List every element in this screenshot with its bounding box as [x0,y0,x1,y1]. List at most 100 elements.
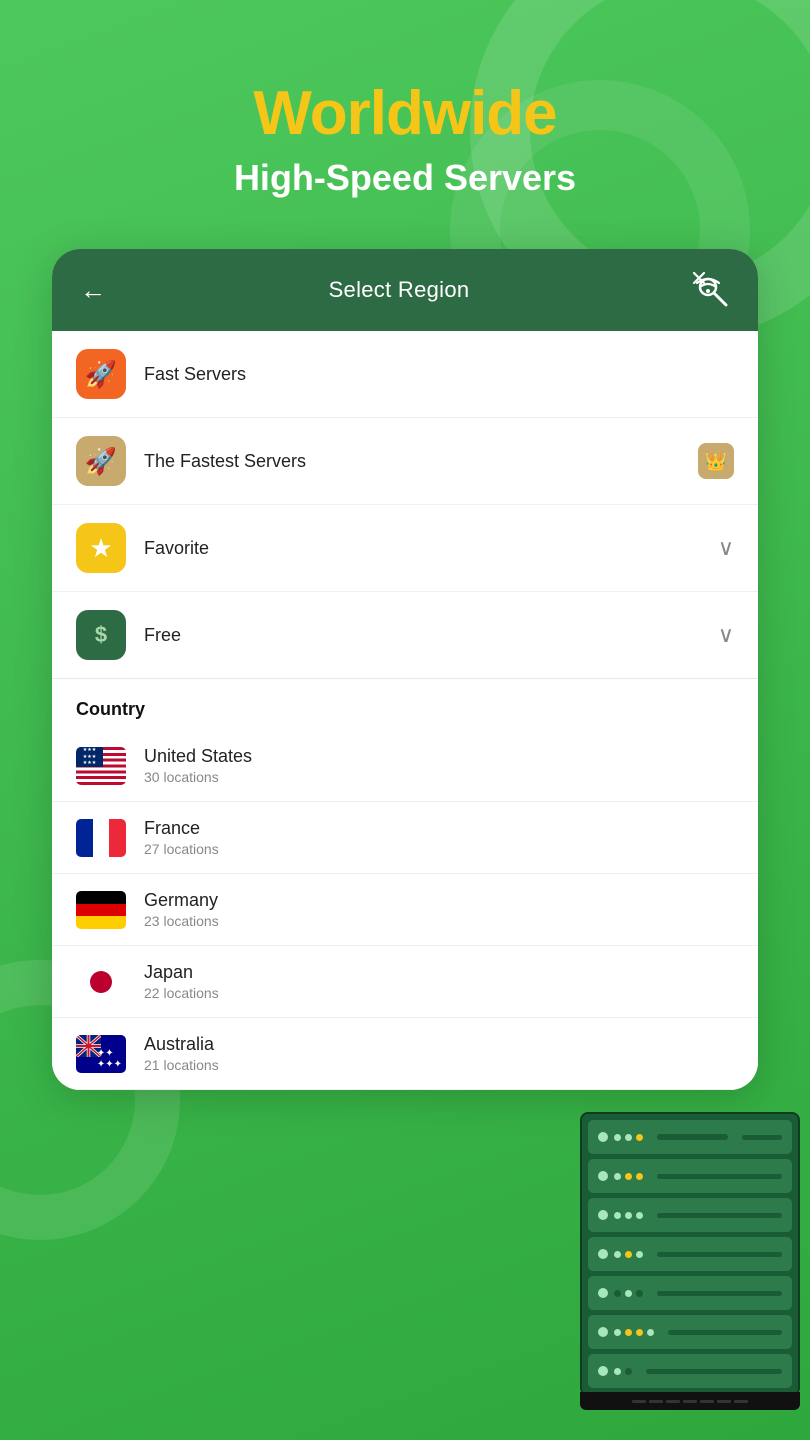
base-line-2 [649,1400,663,1403]
server-dot-2 [598,1171,608,1181]
country-name-de: Germany [144,890,734,911]
base-line-5 [700,1400,714,1403]
card-header: ← Select Region [52,249,758,331]
rocket-icon: 🚀 [85,359,117,390]
server-sm-dot-13 [614,1290,621,1297]
server-sm-dot-12 [636,1251,643,1258]
server-sm-dot-8 [625,1212,632,1219]
server-unit-1 [588,1120,792,1154]
hero-title: Worldwide [0,80,810,148]
country-info-au: Australia 21 locations [144,1034,734,1073]
country-locations-fr: 27 locations [144,841,734,857]
fastest-servers-label: The Fastest Servers [144,451,698,472]
country-header: Country [52,679,758,730]
country-item-us[interactable]: ★★★★★★★★★ United States 30 locations [52,730,758,802]
server-dots-row-2 [614,1173,643,1180]
hero-subtitle: High-Speed Servers [0,156,810,199]
server-sm-dot-10 [614,1251,621,1258]
country-name-fr: France [144,818,734,839]
wifi-crossed-icon [692,271,730,309]
base-line-3 [666,1400,680,1403]
server-sm-dot-14 [625,1290,632,1297]
server-base [580,1392,800,1410]
flag-de [76,891,126,929]
favorite-chevron-icon: ∨ [718,535,734,561]
server-sm-dot-20 [614,1368,621,1375]
server-dots-row-1 [614,1134,643,1141]
flag-us: ★★★★★★★★★ [76,747,126,785]
server-sm-dot-3 [636,1134,643,1141]
server-unit-2 [588,1159,792,1193]
country-info-jp: Japan 22 locations [144,962,734,1001]
country-name-jp: Japan [144,962,734,983]
server-dots-row-5 [614,1290,643,1297]
country-info-us: United States 30 locations [144,746,734,785]
server-rack [580,1112,800,1396]
server-unit-7 [588,1354,792,1388]
header-title: Select Region [329,277,470,303]
base-line-6 [717,1400,731,1403]
flag-jp-wrap [76,963,126,1001]
server-dots-row-3 [614,1212,643,1219]
server-unit-4 [588,1237,792,1271]
server-sm-dot-7 [614,1212,621,1219]
hero-section: Worldwide High-Speed Servers [0,0,810,229]
menu-list: 🚀 Fast Servers 🚀 The Fastest Servers 👑 ★… [52,331,758,679]
rocket-tan-icon: 🚀 [85,446,117,477]
menu-item-free[interactable]: $ Free ∨ [52,592,758,679]
server-bars-1 [657,1134,728,1140]
server-dots-row-6 [614,1329,654,1336]
base-line-7 [734,1400,748,1403]
country-item-jp[interactable]: Japan 22 locations [52,946,758,1018]
server-sm-dot-11 [625,1251,632,1258]
server-dot-4 [598,1249,608,1259]
star-icon: ★ [89,533,112,564]
server-dot-6 [598,1327,608,1337]
menu-item-fastest[interactable]: 🚀 The Fastest Servers 👑 [52,418,758,505]
flag-fr-wrap [76,819,126,857]
free-icon-wrap: $ [76,610,126,660]
crown-icon: 👑 [698,443,734,479]
country-name-au: Australia [144,1034,734,1055]
free-chevron-icon: ∨ [718,622,734,648]
country-locations-au: 21 locations [144,1057,734,1073]
app-card: ← Select Region 🚀 Fast Servers [52,249,758,1090]
menu-item-favorite[interactable]: ★ Favorite ∨ [52,505,758,592]
favorite-right: ∨ [718,535,734,561]
wifi-search-icon[interactable] [692,271,730,309]
country-info-de: Germany 23 locations [144,890,734,929]
fast-servers-icon-wrap: 🚀 [76,349,126,399]
flag-fr [76,819,126,857]
server-dots-row-4 [614,1251,643,1258]
server-sm-dot-18 [636,1329,643,1336]
fastest-right: 👑 [698,443,734,479]
menu-item-fast[interactable]: 🚀 Fast Servers [52,331,758,418]
server-sm-dot-2 [625,1134,632,1141]
server-unit-6 [588,1315,792,1349]
server-sm-dot-16 [614,1329,621,1336]
server-unit-5 [588,1276,792,1310]
server-sm-dot-9 [636,1212,643,1219]
server-dot-green [598,1132,608,1142]
server-sm-dot-19 [647,1329,654,1336]
server-sm-dot-4 [614,1173,621,1180]
country-locations-us: 30 locations [144,769,734,785]
fast-servers-label: Fast Servers [144,364,734,385]
flag-us-wrap: ★★★★★★★★★ [76,747,126,785]
server-sm-dot-21 [625,1368,632,1375]
country-item-fr[interactable]: France 27 locations [52,802,758,874]
country-item-de[interactable]: Germany 23 locations [52,874,758,946]
flag-jp [76,963,126,1001]
country-item-au[interactable]: ✦✦✦✦✦ Australia 21 locations [52,1018,758,1090]
server-sm-dot-6 [636,1173,643,1180]
flag-de-wrap [76,891,126,929]
server-unit-3 [588,1198,792,1232]
favorite-icon-wrap: ★ [76,523,126,573]
country-locations-jp: 22 locations [144,985,734,1001]
server-tower [530,1112,810,1410]
server-dot-7 [598,1366,608,1376]
back-button[interactable]: ← [80,275,106,306]
dollar-icon: $ [95,622,107,648]
free-label: Free [144,625,718,646]
server-sm-dot-5 [625,1173,632,1180]
